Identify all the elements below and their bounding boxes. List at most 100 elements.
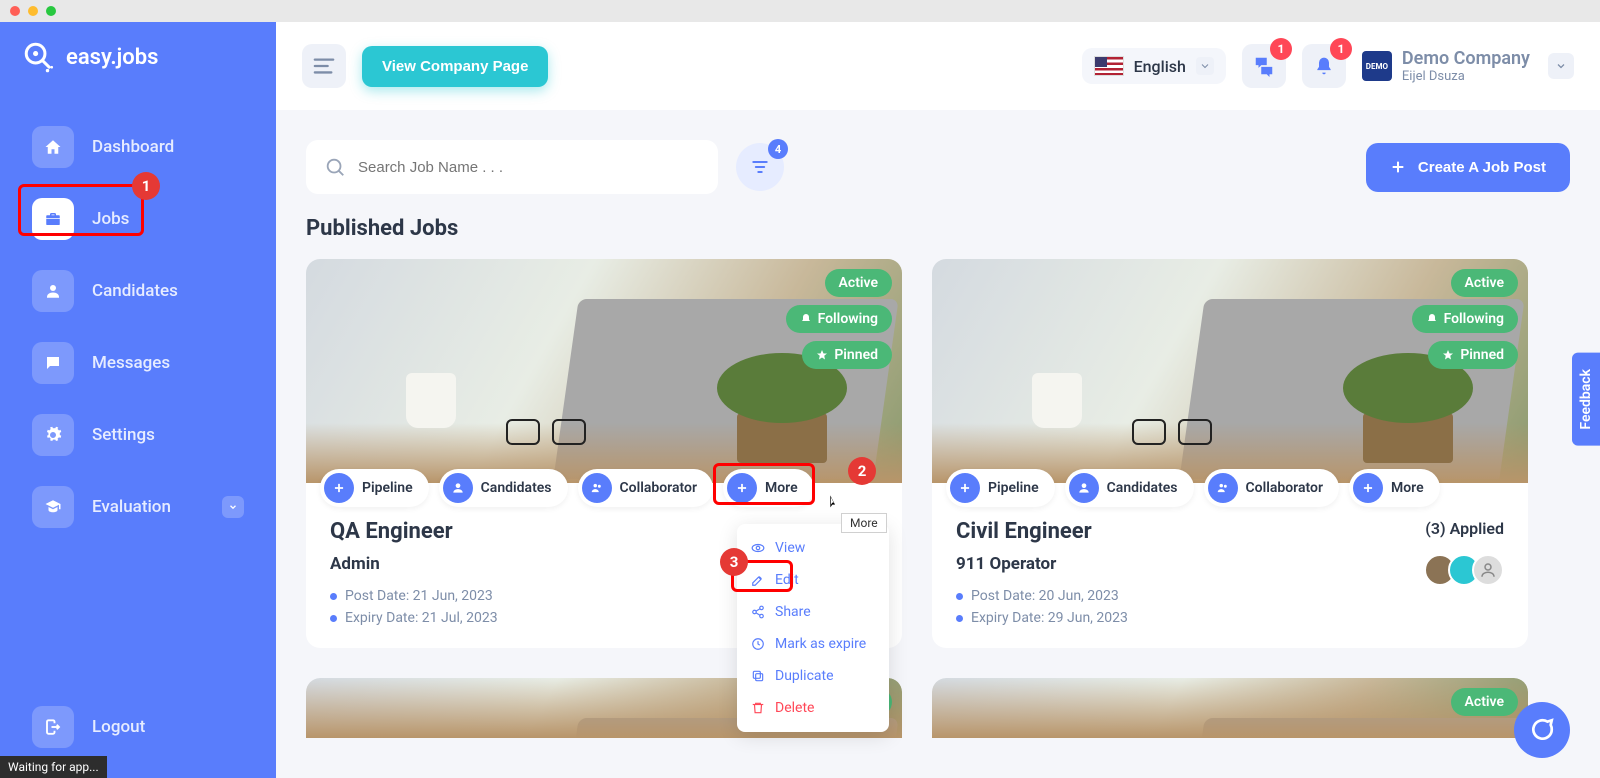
chevron-down-icon (222, 496, 244, 518)
language-selector[interactable]: English (1082, 48, 1226, 84)
chevron-down-icon (1196, 57, 1214, 75)
graduation-icon (44, 498, 62, 516)
applied-count: (3) Applied (1425, 519, 1504, 538)
traffic-light-maximize[interactable] (46, 6, 56, 16)
candidates-chip[interactable]: Candidates (439, 469, 568, 507)
bell-badge: 1 (1330, 38, 1352, 60)
collaborator-chip[interactable]: Collaborator (578, 469, 713, 507)
dropdown-mark-expire[interactable]: Mark as expire (737, 628, 889, 660)
feedback-tab[interactable]: Feedback (1572, 353, 1600, 446)
bell-ring-icon (800, 313, 812, 325)
filter-button[interactable]: 4 (736, 143, 784, 191)
company-logo-icon: DEMO (1362, 51, 1392, 81)
dropdown-view[interactable]: View (737, 532, 889, 564)
sidebar-item-label: Jobs (92, 209, 129, 229)
dropdown-duplicate[interactable]: Duplicate (737, 660, 889, 692)
bell-icon (1314, 56, 1334, 76)
job-card-partial: Active (932, 678, 1528, 738)
status-bar: Waiting for app... (0, 756, 107, 778)
candidates-chip[interactable]: Candidates (1065, 469, 1194, 507)
chat-icon (1529, 717, 1555, 743)
plus-icon (1390, 159, 1406, 175)
dropdown-edit[interactable]: Edit (737, 564, 889, 596)
copy-icon (751, 669, 765, 683)
plus-circle-icon (332, 481, 346, 495)
plus-circle-icon (958, 481, 972, 495)
chat-bubbles-icon (1253, 55, 1275, 77)
collaborator-chip[interactable]: Collaborator (1204, 469, 1339, 507)
sidebar-item-settings[interactable]: Settings (24, 404, 252, 466)
hamburger-button[interactable] (302, 44, 346, 88)
company-menu[interactable]: DEMO Demo Company Eijel Dsuza (1362, 48, 1574, 84)
notifications-button[interactable]: 1 (1302, 44, 1346, 88)
job-card: Active Following Pinned Pipeline Candida… (932, 259, 1528, 648)
share-icon (751, 605, 765, 619)
job-cover-image: Active Following Pinned (932, 259, 1528, 483)
job-title: Civil Engineer (956, 519, 1504, 544)
create-job-label: Create A Job Post (1418, 159, 1546, 176)
search-box[interactable] (306, 140, 718, 194)
search-icon (324, 156, 346, 178)
dropdown-delete[interactable]: Delete (737, 692, 889, 724)
filter-badge: 4 (768, 139, 788, 159)
bell-ring-icon (1426, 313, 1438, 325)
status-active: Active (1451, 269, 1518, 297)
user-icon (44, 282, 62, 300)
more-dropdown: View Edit Share Mark as expire Duplicate… (737, 524, 889, 732)
sidebar-item-label: Settings (92, 425, 155, 445)
user-icon (451, 481, 465, 495)
star-icon (816, 349, 828, 361)
chat-fab[interactable] (1514, 702, 1570, 758)
more-chip[interactable]: More (1349, 469, 1440, 507)
view-company-button[interactable]: View Company Page (362, 46, 548, 87)
traffic-light-minimize[interactable] (28, 6, 38, 16)
status-following: Following (786, 305, 892, 333)
sidebar-item-label: Messages (92, 353, 170, 373)
annotation-badge-2: 2 (848, 457, 876, 485)
trash-icon (751, 701, 765, 715)
filter-icon (750, 157, 770, 177)
sidebar-item-dashboard[interactable]: Dashboard (24, 116, 252, 178)
job-post-date: Post Date: 20 Jun, 2023 (956, 588, 1504, 604)
sidebar-item-label: Dashboard (92, 137, 174, 157)
company-user: Eijel Dsuza (1402, 69, 1530, 84)
pipeline-chip[interactable]: Pipeline (320, 469, 429, 507)
user-icon (1077, 481, 1091, 495)
logo-icon (22, 40, 56, 74)
logout-icon (44, 718, 62, 736)
eye-icon (751, 541, 765, 555)
traffic-light-close[interactable] (10, 6, 20, 16)
pipeline-chip[interactable]: Pipeline (946, 469, 1055, 507)
company-name: Demo Company (1402, 48, 1530, 69)
language-label: English (1134, 57, 1186, 76)
sidebar-item-messages[interactable]: Messages (24, 332, 252, 394)
annotation-badge-3: 3 (720, 548, 748, 576)
chat-button[interactable]: 1 (1242, 44, 1286, 88)
flag-icon (1094, 56, 1124, 76)
sidebar-item-candidates[interactable]: Candidates (24, 260, 252, 322)
chat-icon (44, 354, 62, 372)
job-cover-image: Active Following Pinned (306, 259, 902, 483)
more-chip[interactable]: More (723, 469, 814, 507)
create-job-button[interactable]: Create A Job Post (1366, 143, 1570, 192)
sidebar: easy.jobs Dashboard Jobs 1 Candidates Me… (0, 22, 276, 778)
dropdown-share[interactable]: Share (737, 596, 889, 628)
gear-icon (44, 426, 62, 444)
search-input[interactable] (358, 159, 700, 176)
plus-icon (735, 481, 749, 495)
section-title: Published Jobs (306, 216, 1570, 241)
logout-label: Logout (92, 717, 145, 737)
topbar: View Company Page English 1 1 DEMO (276, 22, 1600, 110)
sidebar-item-jobs[interactable]: Jobs 1 (24, 188, 252, 250)
status-pinned: Pinned (1428, 341, 1518, 369)
users-icon (1216, 481, 1230, 495)
status-active: Active (1451, 688, 1518, 716)
sidebar-item-label: Candidates (92, 281, 178, 301)
tooltip-more: More (841, 513, 887, 533)
sidebar-item-evaluation[interactable]: Evaluation (24, 476, 252, 538)
annotation-badge-1: 1 (132, 172, 160, 200)
star-icon (1442, 349, 1454, 361)
applicant-avatars (1424, 554, 1504, 586)
logo[interactable]: easy.jobs (0, 40, 276, 96)
plus-icon (1361, 481, 1375, 495)
